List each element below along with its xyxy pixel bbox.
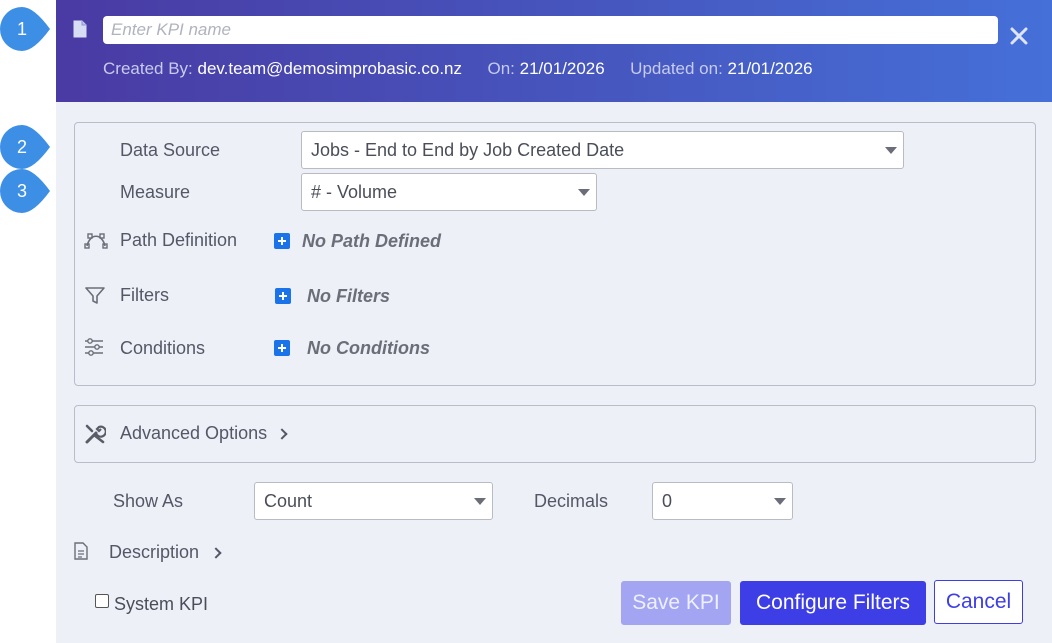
decimals-label: Decimals: [534, 491, 609, 511]
chevron-down-icon: [885, 147, 897, 154]
chevron-down-icon: [474, 498, 486, 505]
created-by-label: Created By:: [103, 59, 193, 78]
kpi-editor-screen: 1 2 3 Created By: dev.team@demosimprobas…: [0, 0, 1052, 643]
sliders-icon: [84, 338, 104, 361]
show-as-value: Count: [264, 491, 313, 511]
kpi-name-input[interactable]: [103, 16, 998, 44]
measure-value: # - Volume: [311, 182, 398, 202]
add-path-button[interactable]: [274, 233, 290, 249]
kpi-dialog: Created By: dev.team@demosimprobasic.co.…: [56, 0, 1052, 643]
callout-number: 2: [16, 137, 27, 157]
funnel-icon: [85, 287, 105, 310]
chevron-down-icon: [774, 498, 786, 505]
chevron-right-icon: [210, 547, 222, 559]
advanced-options-toggle[interactable]: Advanced Options: [74, 405, 1036, 463]
conditions-label: Conditions: [120, 338, 206, 358]
measure-select[interactable]: # - Volume: [301, 173, 597, 211]
save-kpi-button[interactable]: Save KPI: [621, 581, 731, 625]
filters-empty-text: No Filters: [307, 286, 391, 306]
system-kpi-label: System KPI: [114, 594, 209, 614]
decimals-value: 0: [662, 491, 673, 511]
chevron-down-icon: [578, 189, 590, 196]
show-as-select[interactable]: Count: [254, 482, 493, 520]
data-source-value: Jobs - End to End by Job Created Date: [311, 140, 625, 160]
data-source-select[interactable]: Jobs - End to End by Job Created Date: [301, 131, 904, 169]
path-icon: [84, 231, 108, 254]
created-on-value: 21/01/2026: [519, 59, 605, 78]
add-filter-button[interactable]: [275, 288, 291, 304]
filters-label: Filters: [120, 285, 169, 305]
dialog-header: Created By: dev.team@demosimprobasic.co.…: [56, 0, 1052, 102]
created-on-label: On:: [487, 59, 515, 78]
close-icon[interactable]: [1007, 24, 1031, 48]
system-kpi-checkbox[interactable]: [95, 594, 109, 608]
updated-on-value: 21/01/2026: [727, 59, 813, 78]
callout-marker-1: 1: [0, 7, 50, 51]
data-source-label: Data Source: [120, 140, 221, 160]
callout-marker-3: 3: [0, 169, 50, 213]
created-by-value: dev.team@demosimprobasic.co.nz: [197, 59, 463, 78]
updated-on-label: Updated on:: [630, 59, 723, 78]
chevron-right-icon: [276, 428, 288, 440]
path-definition-label: Path Definition: [120, 230, 238, 250]
advanced-options-label: Advanced Options: [120, 423, 268, 443]
decimals-select[interactable]: 0: [652, 482, 793, 520]
configure-filters-button[interactable]: Configure Filters: [740, 581, 926, 625]
description-label: Description: [109, 542, 200, 562]
callout-number: 3: [16, 181, 27, 201]
measure-label: Measure: [120, 182, 191, 202]
path-empty-text: No Path Defined: [302, 231, 442, 251]
show-as-label: Show As: [113, 491, 184, 511]
description-toggle[interactable]: Description: [72, 538, 232, 566]
cancel-button[interactable]: Cancel: [934, 580, 1023, 624]
callout-number: 1: [16, 19, 27, 39]
add-condition-button[interactable]: [274, 340, 290, 356]
document-icon: [73, 20, 87, 43]
callout-marker-2: 2: [0, 125, 50, 169]
conditions-empty-text: No Conditions: [307, 338, 430, 358]
tools-icon: [84, 423, 107, 450]
kpi-metadata: Created By: dev.team@demosimprobasic.co.…: [103, 59, 813, 79]
kpi-definition-panel: Data Source Jobs - End to End by Job Cre…: [74, 122, 1036, 386]
document-icon: [74, 542, 88, 565]
